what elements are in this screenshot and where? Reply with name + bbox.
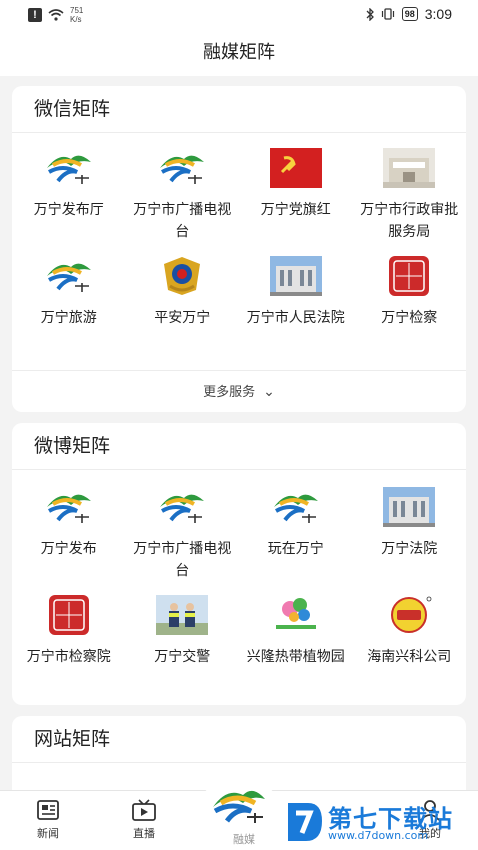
- wechat-item-label: 万宁市广播电视台: [133, 202, 232, 240]
- wechat-grid: 万宁发布厅 万宁市广播电视台 万宁党旗红 万宁市行政审批服务局万宁旅游 平安万宁 万宁市人…: [12, 133, 466, 363]
- wechat-item-label: 万宁发布厅: [33, 202, 104, 218]
- wechat-item[interactable]: 万宁市人民法院: [239, 255, 353, 363]
- alert-icon: !: [28, 8, 42, 22]
- wechat-item[interactable]: 万宁党旗红: [239, 147, 353, 255]
- weibo-item[interactable]: 万宁发布: [12, 486, 126, 594]
- wechat-item-label: 万宁市人民法院: [246, 310, 345, 326]
- chevron-down-icon: ⌄: [263, 383, 275, 399]
- vibrate-icon: [381, 8, 394, 20]
- wanning-logo-icon: [43, 147, 95, 189]
- weibo-item[interactable]: 万宁市检察院: [12, 594, 126, 702]
- wechat-item[interactable]: 万宁发布厅: [12, 147, 126, 255]
- weibo-item-label: 玩在万宁: [267, 541, 324, 557]
- website-matrix-title: 网站矩阵: [12, 716, 466, 763]
- court-building-icon: [383, 486, 436, 528]
- tv-play-icon: [132, 799, 156, 821]
- weibo-matrix-title: 微博矩阵: [12, 423, 466, 470]
- wifi-icon: [48, 9, 64, 21]
- wanning-logo-icon: [43, 255, 95, 297]
- procuratorate-seal-icon: [43, 594, 95, 636]
- wanning-logo-icon: [156, 486, 208, 528]
- wechat-item[interactable]: 万宁旅游: [12, 255, 126, 363]
- weibo-item-label: 万宁发布: [40, 541, 97, 557]
- weibo-item-label: 万宁法院: [381, 541, 438, 557]
- wechat-item[interactable]: 万宁市行政审批服务局: [353, 147, 467, 255]
- wechat-item[interactable]: 平安万宁: [126, 255, 240, 363]
- wechat-item[interactable]: 万宁市广播电视台: [126, 147, 240, 255]
- police-badge-icon: [156, 255, 208, 297]
- wechat-item-label: 平安万宁: [154, 310, 211, 326]
- traffic-police-photo-icon: [156, 594, 209, 636]
- weibo-item-label: 万宁市检察院: [26, 649, 111, 665]
- party-flag-icon: [269, 147, 322, 189]
- d7-logo-icon: [288, 803, 322, 841]
- weibo-item-label: 海南兴科公司: [367, 649, 452, 665]
- weibo-item[interactable]: 万宁交警: [126, 594, 240, 702]
- tab-live-label: 直播: [133, 828, 155, 840]
- weibo-matrix-card: 微博矩阵 万宁发布 万宁市广播电视台 玩在万宁 万宁法院万宁市检察院 万宁交警 兴隆热带植…: [12, 423, 466, 705]
- weibo-grid: 万宁发布 万宁市广播电视台 玩在万宁 万宁法院万宁市检察院 万宁交警 兴隆热带植物园 海南兴…: [12, 470, 466, 702]
- weibo-item[interactable]: 海南兴科公司: [353, 594, 467, 702]
- clock: 3:09: [424, 6, 452, 22]
- weibo-item[interactable]: 万宁法院: [353, 486, 467, 594]
- wanning-logo-icon: [156, 147, 208, 189]
- weibo-item-label: 兴隆热带植物园: [246, 649, 345, 665]
- building-icon: [383, 147, 436, 189]
- more-services-label: 更多服务: [203, 384, 256, 399]
- weibo-item[interactable]: 玩在万宁: [239, 486, 353, 594]
- tab-media-label: 融媒: [233, 834, 255, 846]
- weibo-item-label: 万宁交警: [154, 649, 211, 665]
- battery-icon: 98: [401, 7, 418, 21]
- wechat-item-label: 万宁旅游: [40, 310, 97, 326]
- wechat-item-label: 万宁党旗红: [260, 202, 331, 218]
- page-title: 融媒矩阵: [0, 30, 478, 76]
- wanning-logo-icon: [213, 790, 265, 823]
- botanical-garden-logo-icon: [270, 594, 322, 636]
- weibo-item[interactable]: 兴隆热带植物园: [239, 594, 353, 702]
- wechat-item[interactable]: 万宁检察: [353, 255, 467, 363]
- watermark-url: www.d7down.com: [328, 829, 429, 842]
- news-icon: [37, 800, 59, 820]
- network-speed: 751 K/s: [70, 6, 84, 24]
- wechat-matrix-title: 微信矩阵: [12, 86, 466, 133]
- wechat-matrix-card: 微信矩阵 万宁发布厅 万宁市广播电视台 万宁党旗红 万宁市行政审批服务局万宁旅游 平安万…: [12, 86, 466, 412]
- bluetooth-icon: [366, 7, 374, 21]
- wechat-item-label: 万宁市行政审批服务局: [360, 202, 459, 240]
- tab-news[interactable]: 新闻: [18, 799, 78, 841]
- court-building-icon: [269, 255, 322, 297]
- site-watermark: 第七下载站 www.d7down.com: [284, 797, 474, 849]
- wanning-logo-icon: [43, 486, 95, 528]
- wanning-logo-icon: [270, 486, 322, 528]
- more-services-button[interactable]: 更多服务 ⌄: [12, 370, 466, 412]
- weibo-item-label: 万宁市广播电视台: [133, 541, 232, 579]
- xingke-logo-icon: [383, 594, 435, 636]
- tab-live[interactable]: 直播: [114, 799, 174, 841]
- weibo-item[interactable]: 万宁市广播电视台: [126, 486, 240, 594]
- tab-news-label: 新闻: [37, 828, 59, 840]
- procuratorate-seal-icon: [383, 255, 435, 297]
- status-bar: ! 751 K/s 98 3:09: [0, 0, 478, 30]
- wechat-item-label: 万宁检察: [381, 310, 438, 326]
